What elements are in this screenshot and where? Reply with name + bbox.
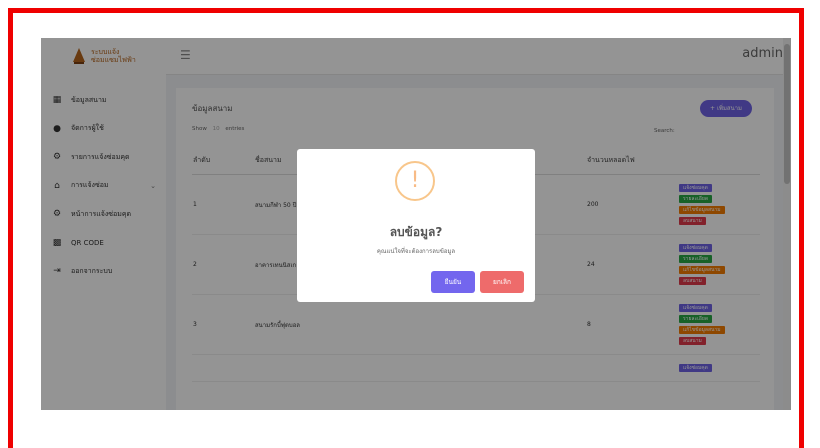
- dialog-title: ลบข้อมูล?: [389, 225, 443, 239]
- dialog-message: คุณแน่ใจที่จะต้องการลบข้อมูล: [376, 248, 456, 255]
- warning-icon: !: [395, 161, 435, 201]
- cancel-button[interactable]: ยกเลิก: [480, 271, 524, 293]
- delete-confirm-dialog: ! ลบข้อมูล? คุณแน่ใจที่จะต้องการลบข้อมูล…: [297, 149, 535, 302]
- confirm-button[interactable]: ยืนยัน: [431, 271, 475, 293]
